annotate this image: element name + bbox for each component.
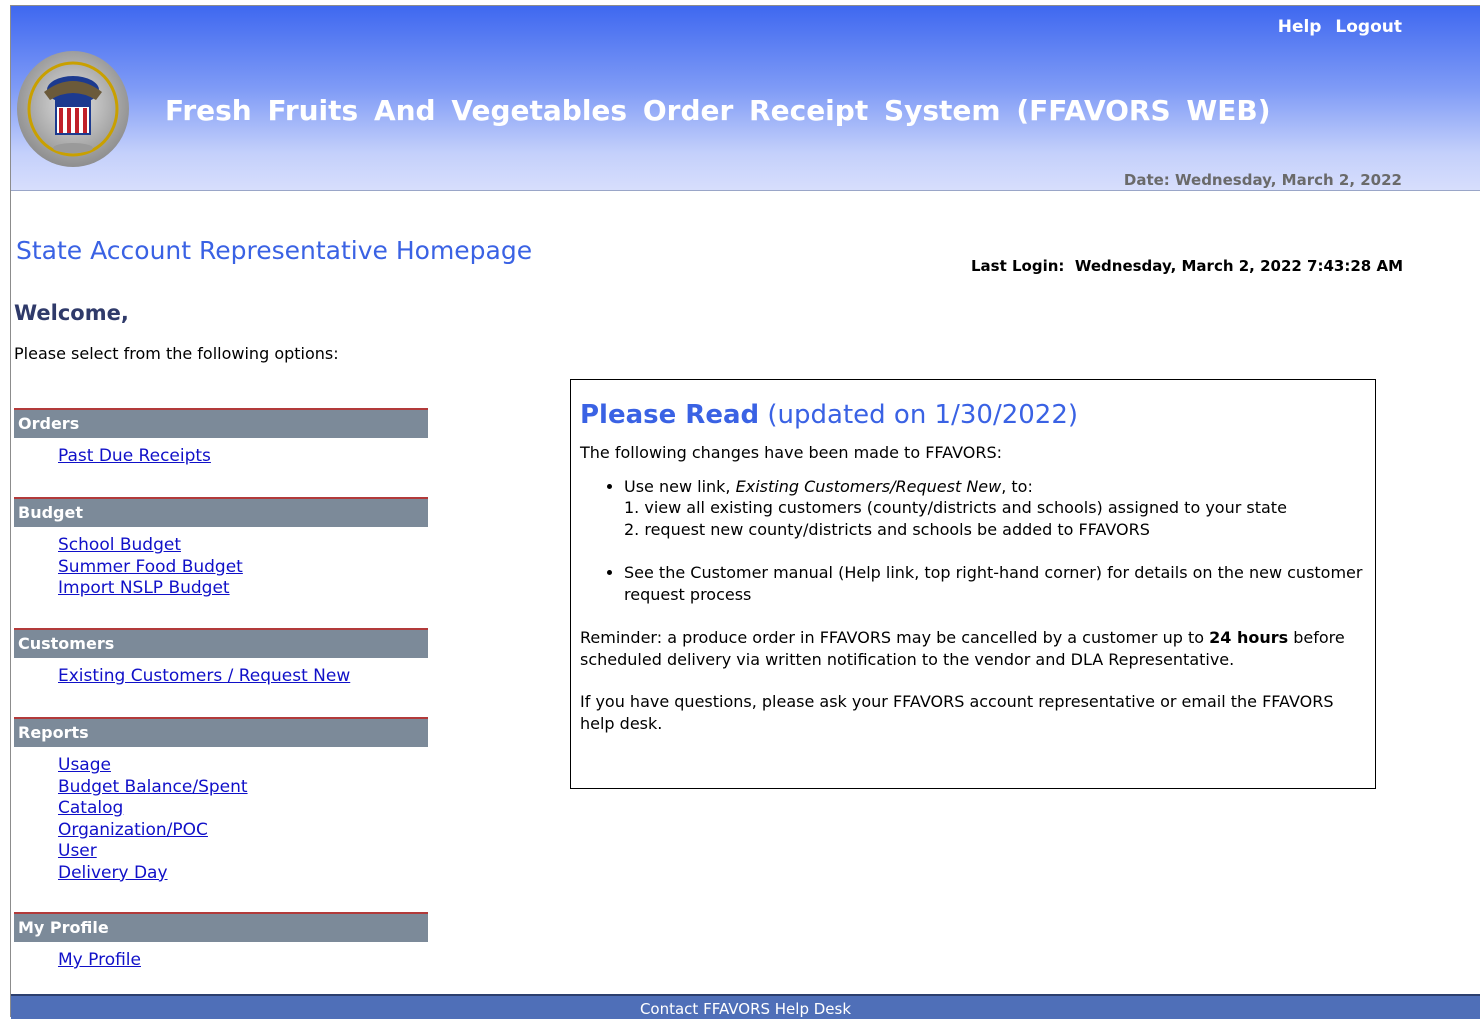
bullet1-text-end: , to:: [1001, 476, 1033, 496]
notice-sub-item: 1. view all existing customers (county/d…: [624, 498, 1287, 517]
header-banner: Help Logout Fresh Fruits And Vegetables …: [11, 6, 1480, 191]
link-existing-customers[interactable]: Existing Customers / Request New: [58, 666, 428, 688]
notice-heading-bold: Please Read: [580, 400, 760, 430]
nav-section-orders: Orders Past Due Receipts: [14, 408, 428, 497]
link-user[interactable]: User: [58, 841, 428, 863]
notice-bullet-new-link: Use new link, Existing Customers/Request…: [624, 476, 1366, 541]
please-read-notice: Please Read (updated on 1/30/2022) The f…: [570, 379, 1376, 789]
link-my-profile[interactable]: My Profile: [58, 950, 428, 972]
link-import-nslp-budget[interactable]: Import NSLP Budget: [58, 578, 428, 600]
nav-section-reports: Reports Usage Budget Balance/Spent Catal…: [14, 717, 428, 912]
link-past-due-receipts[interactable]: Past Due Receipts: [58, 446, 428, 468]
link-budget-balance-spent[interactable]: Budget Balance/Spent: [58, 777, 428, 799]
bullet1-link-name: Existing Customers/Request New: [735, 476, 1002, 496]
link-catalog[interactable]: Catalog: [58, 798, 428, 820]
logout-link[interactable]: Logout: [1335, 17, 1402, 37]
bullet1-text: Use new link,: [624, 476, 736, 496]
link-usage[interactable]: Usage: [58, 755, 428, 777]
notice-heading: Please Read (updated on 1/30/2022): [580, 400, 1366, 430]
link-delivery-day[interactable]: Delivery Day: [58, 863, 428, 885]
notice-reminder: Reminder: a produce order in FFAVORS may…: [580, 627, 1366, 670]
notice-sublist: 1. view all existing customers (county/d…: [624, 497, 1366, 540]
link-school-budget[interactable]: School Budget: [58, 535, 428, 557]
header-date: Date: Wednesday, March 2, 2022: [1123, 171, 1402, 189]
last-login-label: Last Login:: [970, 257, 1065, 275]
nav-heading-my-profile: My Profile: [14, 912, 428, 942]
reminder-text: Reminder: a produce order in FFAVORS may…: [580, 628, 1210, 647]
nav-heading-orders: Orders: [14, 408, 428, 438]
app-title: Fresh Fruits And Vegetables Order Receip…: [165, 94, 1271, 127]
link-organization-poc[interactable]: Organization/POC: [58, 820, 428, 842]
nav-section-my-profile: My Profile My Profile: [14, 912, 428, 982]
welcome-heading: Welcome,: [14, 301, 129, 325]
contact-help-desk-link[interactable]: Contact FFAVORS Help Desk: [640, 1000, 851, 1018]
reminder-hours: 24 hours: [1209, 628, 1289, 647]
nav-section-customers: Customers Existing Customers / Request N…: [14, 628, 428, 717]
last-login: Last Login: Wednesday, March 2, 2022 7:4…: [971, 257, 1403, 275]
link-summer-food-budget[interactable]: Summer Food Budget: [58, 557, 428, 579]
notice-questions: If you have questions, please ask your F…: [580, 692, 1334, 733]
notice-intro: The following changes have been made to …: [580, 443, 1002, 462]
nav-heading-customers: Customers: [14, 628, 428, 658]
nav-heading-budget: Budget: [14, 497, 428, 527]
nav-heading-reports: Reports: [14, 717, 428, 747]
last-login-value: Wednesday, March 2, 2022 7:43:28 AM: [1074, 257, 1403, 275]
footer-bar: Contact FFAVORS Help Desk: [11, 994, 1480, 1019]
select-prompt: Please select from the following options…: [14, 344, 339, 363]
notice-bullet-manual: See the Customer manual (Help link, top …: [624, 562, 1366, 605]
notice-bullets: Use new link, Existing Customers/Request…: [580, 476, 1366, 606]
notice-heading-date: (updated on 1/30/2022): [759, 400, 1079, 430]
left-nav: Orders Past Due Receipts Budget School B…: [14, 408, 428, 982]
notice-sub-item: 2. request new county/districts and scho…: [624, 519, 1150, 539]
help-link[interactable]: Help: [1278, 17, 1322, 37]
nav-section-budget: Budget School Budget Summer Food Budget …: [14, 497, 428, 628]
dod-seal-logo: [17, 51, 129, 167]
header-links: Help Logout: [1270, 17, 1402, 37]
page-title: State Account Representative Homepage: [16, 236, 533, 265]
